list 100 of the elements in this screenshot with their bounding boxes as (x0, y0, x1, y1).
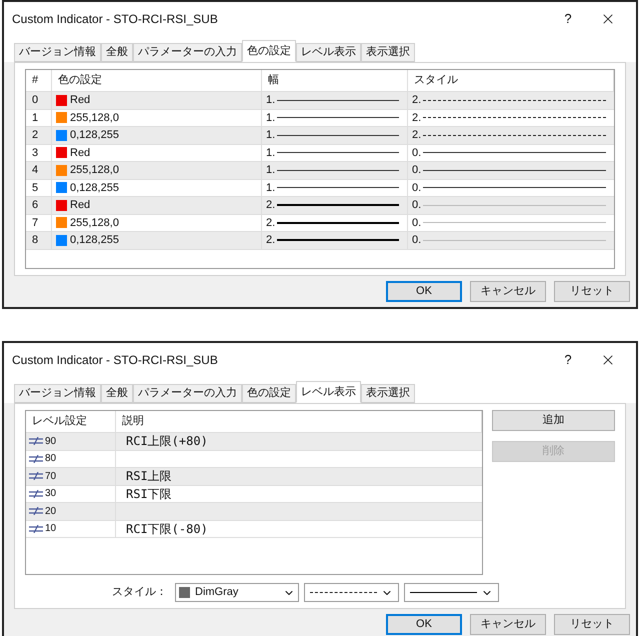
level-row[interactable]: 30 RSI下限 (26, 486, 482, 503)
style-value: 2. (412, 93, 422, 108)
table-cell: 7 (26, 214, 52, 231)
width-value: 1. (266, 180, 276, 196)
level-icon (29, 454, 43, 463)
table-row[interactable]: 3 Red 1. 0. (26, 144, 614, 162)
width-value: 1. (266, 163, 276, 178)
table-cell: 1 (26, 110, 52, 126)
level-value: 20 (45, 504, 56, 519)
table-cell: 8 (26, 232, 52, 248)
table-row[interactable]: 7 255,128,0 2. 0. (26, 214, 614, 232)
level-icon (29, 490, 43, 498)
level-row[interactable]: 10 RCI下限(-80) (26, 520, 482, 538)
level-value: 80 (45, 452, 56, 466)
tab[interactable]: パラメーターの入力 (133, 384, 242, 403)
tab[interactable]: 全般 (101, 384, 133, 403)
style-value: 0. (412, 233, 422, 248)
tab[interactable]: 表示選択 (361, 384, 415, 403)
width-value: 2. (266, 216, 276, 230)
table-cell: 0 (26, 92, 52, 108)
width-value: 1. (266, 93, 276, 108)
level-row[interactable]: 80 (26, 450, 482, 468)
line-style-dropdown[interactable] (304, 583, 399, 602)
dialog-button[interactable]: キャンセル (470, 614, 546, 635)
width-value: 2. (266, 233, 276, 248)
column-header: 幅 (262, 70, 408, 91)
tab[interactable]: レベル表示 (296, 43, 361, 62)
level-row[interactable]: 20 (26, 503, 482, 520)
column-header: スタイル (408, 70, 614, 91)
table-row[interactable]: 8 0,128,255 2. 0. (26, 232, 614, 250)
width-value: 1. (266, 110, 276, 126)
level-description: RCI下限(-80) (125, 520, 208, 538)
style-value: 0. (412, 180, 422, 196)
width-value: 1. (266, 128, 276, 143)
table-row[interactable]: 6 Red 2. 0. (26, 197, 614, 214)
help-button[interactable]: ? (548, 350, 588, 370)
color-label: 255,128,0 (70, 216, 119, 230)
table-row[interactable]: 0 Red 1. 2. (26, 92, 614, 110)
tab[interactable]: 全般 (101, 43, 133, 62)
window-title: Custom Indicator - STO-RCI-RSI_SUB (12, 352, 219, 369)
color-label: 0,128,255 (70, 128, 119, 143)
table-cell: 5 (26, 180, 52, 196)
dialog-button[interactable]: リセット (554, 281, 630, 302)
level-value: 10 (45, 522, 56, 536)
table-cell: 6 (26, 197, 52, 214)
color-label: 255,128,0 (70, 163, 119, 178)
level-description: RSI上限 (125, 468, 172, 486)
side-button[interactable]: 追加 (492, 410, 615, 431)
level-icon (29, 507, 43, 516)
table-row[interactable]: 1 255,128,0 1. 2. (26, 110, 614, 127)
color-label: 0,128,255 (70, 180, 119, 196)
width-value: 2. (266, 198, 276, 213)
table-row[interactable]: 2 0,128,255 1. 2. (26, 127, 614, 144)
style-value: 0. (412, 163, 422, 178)
color-label: Red (70, 146, 90, 160)
level-value: 70 (45, 470, 56, 484)
style-value: 2. (412, 110, 422, 126)
style-value: 0. (412, 198, 422, 213)
column-header: 色の設定 (52, 70, 262, 91)
table-cell: 2 (26, 127, 52, 144)
level-icon (29, 472, 43, 480)
level-icon (29, 524, 43, 533)
style-value: 0. (412, 216, 422, 230)
level-description: RSI下限 (125, 486, 172, 503)
color-label: 0,128,255 (70, 233, 119, 248)
dialog-button[interactable]: キャンセル (470, 281, 546, 302)
color-label: 255,128,0 (70, 110, 119, 126)
color-label: Red (70, 198, 90, 213)
table-row[interactable]: 5 0,128,255 1. 0. (26, 180, 614, 197)
level-description: RCI上限(+80) (125, 433, 208, 450)
style-label: スタイル： (112, 585, 167, 600)
color-dropdown[interactable]: DimGray (175, 583, 299, 602)
dialog-button[interactable]: OK (386, 281, 462, 302)
level-icon (29, 437, 43, 446)
width-value: 1. (266, 146, 276, 160)
tab[interactable]: パラメーターの入力 (133, 43, 242, 62)
table-cell: 4 (26, 162, 52, 178)
tab[interactable]: レベル表示 (296, 381, 361, 403)
tab[interactable]: バージョン情報 (14, 384, 101, 403)
level-value: 30 (45, 487, 56, 502)
table-cell: 3 (26, 144, 52, 161)
tab[interactable]: バージョン情報 (14, 43, 101, 62)
level-row[interactable]: 90 RCI上限(+80) (26, 433, 482, 450)
dialog-button[interactable]: OK (386, 614, 462, 635)
tab[interactable]: 表示選択 (361, 43, 415, 62)
dialog-button[interactable]: リセット (554, 614, 630, 635)
help-button[interactable]: ? (548, 9, 588, 29)
column-header: 説明 (116, 411, 482, 432)
table-row[interactable]: 4 255,128,0 1. 0. (26, 162, 614, 180)
style-value: 0. (412, 146, 422, 160)
column-header: # (26, 70, 52, 91)
style-value: 2. (412, 128, 422, 143)
window-title: Custom Indicator - STO-RCI-RSI_SUB (12, 11, 219, 28)
color-name: DimGray (195, 585, 240, 600)
level-row[interactable]: 70 RSI上限 (26, 468, 482, 486)
tab[interactable]: 色の設定 (242, 40, 296, 62)
level-value: 90 (45, 434, 56, 449)
line-style-dropdown[interactable] (404, 583, 499, 602)
color-label: Red (70, 93, 90, 108)
tab[interactable]: 色の設定 (242, 384, 296, 403)
